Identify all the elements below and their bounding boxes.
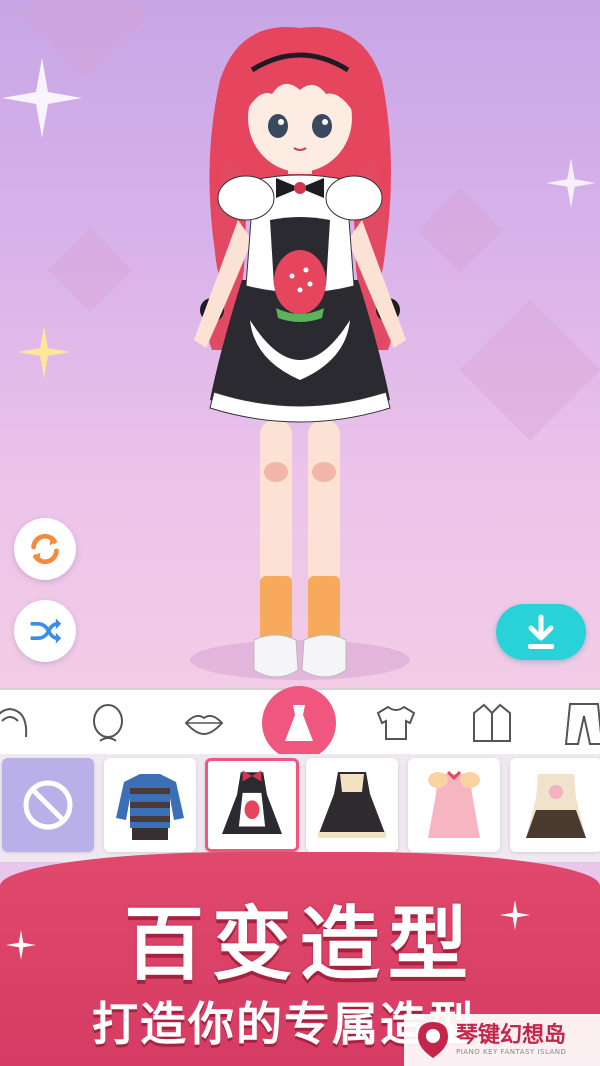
item-pink-dress[interactable] — [408, 758, 500, 852]
watermark-logo: 琴键幻想岛 PIANO KEY FANTASY ISLAND — [404, 1014, 600, 1066]
download-icon — [528, 614, 554, 649]
item-maid-dress[interactable] — [205, 758, 299, 852]
cream-dress-thumb — [526, 774, 586, 838]
character-avatar[interactable] — [150, 20, 450, 680]
watermark-subtitle: PIANO KEY FANTASY ISLAND — [456, 1048, 567, 1056]
face-icon — [93, 704, 123, 742]
download-button[interactable] — [496, 604, 586, 660]
bg-diamond — [459, 299, 600, 441]
top-icon — [376, 705, 416, 740]
category-tab-bar — [0, 686, 600, 760]
shuffle-icon — [30, 618, 62, 644]
black-lolita-dress-thumb — [318, 772, 386, 838]
tab-face[interactable] — [80, 698, 136, 748]
hair-icon — [0, 707, 28, 738]
bg-diamond — [47, 227, 133, 313]
rotate-arrows-icon — [31, 533, 59, 565]
pin-logo-icon — [418, 1022, 448, 1058]
sparkle-icon — [18, 326, 70, 378]
pants-icon — [564, 703, 600, 745]
maid-dress-thumb — [222, 770, 282, 835]
shuffle-button[interactable] — [14, 600, 76, 662]
no-item-icon — [23, 780, 73, 830]
tab-pants[interactable] — [556, 698, 600, 748]
tab-top[interactable] — [368, 698, 424, 748]
jacket-icon — [473, 703, 511, 742]
watermark-title: 琴键幻想岛 — [456, 1023, 567, 1048]
pink-dress-thumb — [428, 770, 480, 838]
striped-sweater-thumb — [116, 774, 184, 840]
tab-hair[interactable] — [0, 698, 38, 748]
tab-lips[interactable] — [176, 698, 232, 748]
item-picker-row — [0, 754, 600, 862]
tab-jacket[interactable] — [464, 698, 520, 748]
item-none[interactable] — [2, 758, 94, 852]
sparkle-icon — [2, 58, 82, 138]
item-striped-sweater[interactable] — [104, 758, 196, 852]
item-cream-dress[interactable] — [510, 758, 600, 852]
tab-dress[interactable] — [262, 686, 336, 760]
dress-icon — [285, 705, 313, 741]
lips-icon — [184, 714, 224, 736]
item-black-lolita-dress[interactable] — [306, 758, 398, 852]
character-stage — [0, 0, 600, 688]
rotate-button[interactable] — [14, 518, 76, 580]
sparkle-icon — [546, 158, 596, 208]
banner-headline: 百变造型 — [124, 898, 476, 991]
